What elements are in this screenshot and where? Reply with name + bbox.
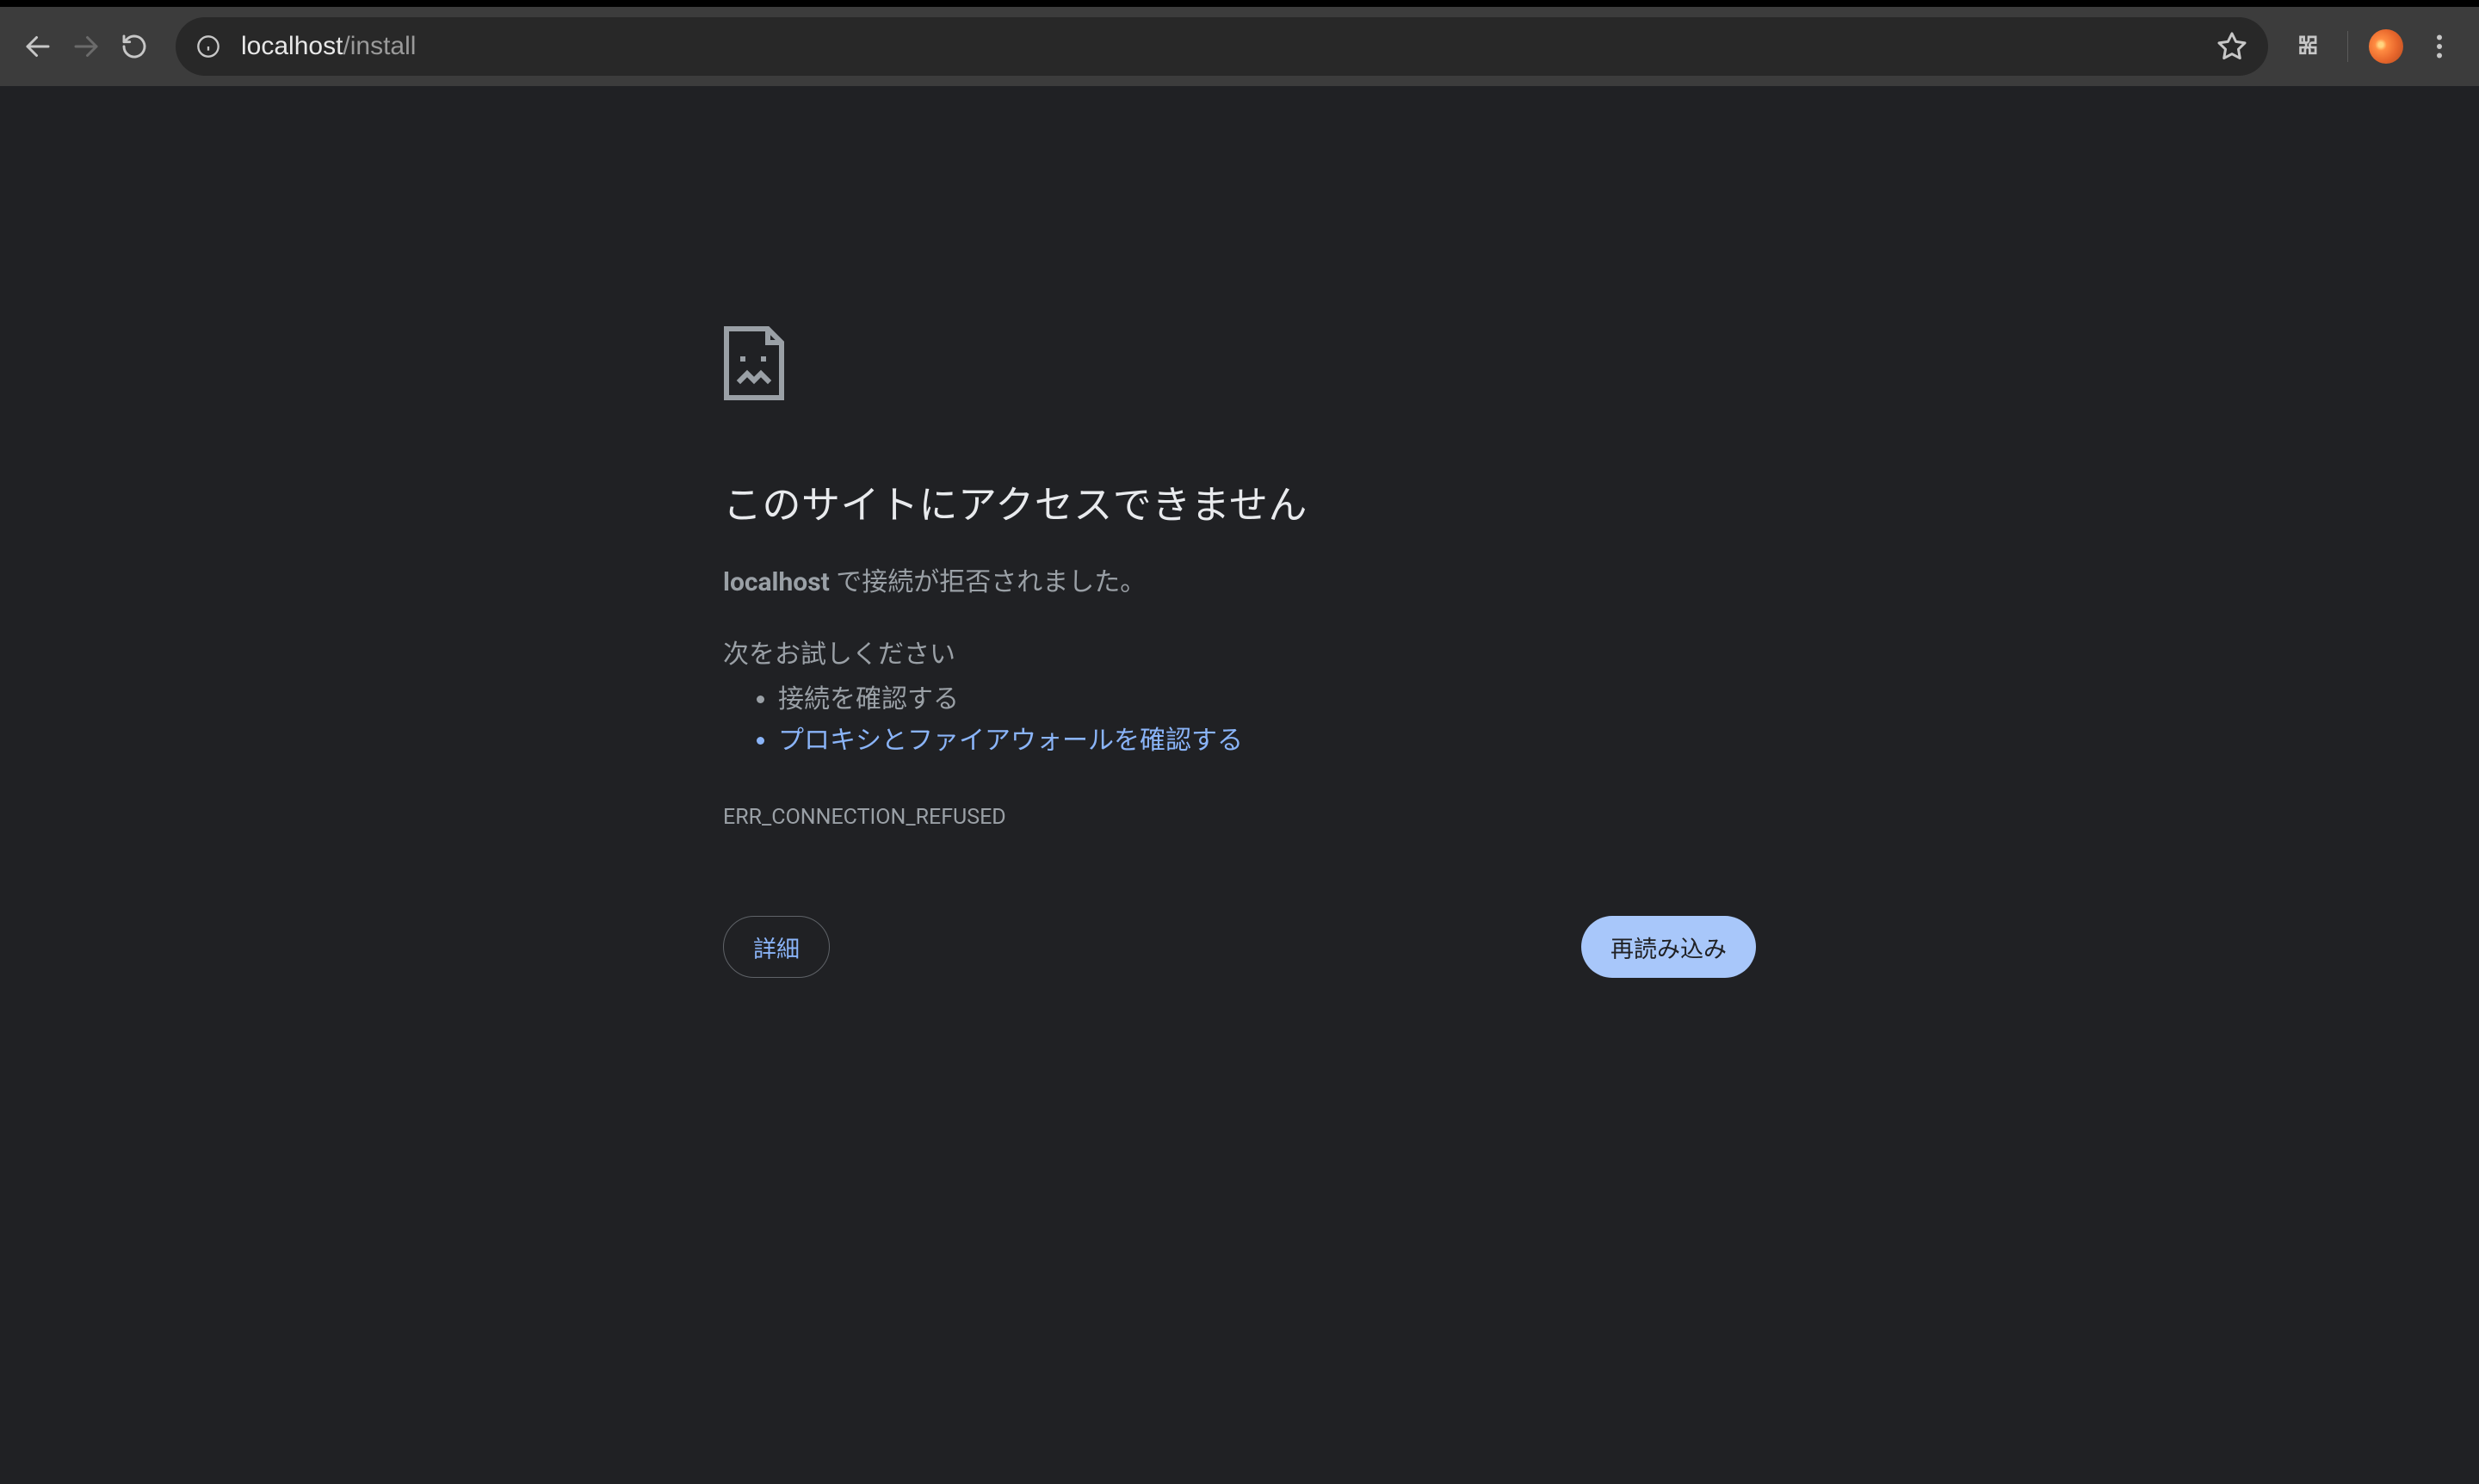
- try-label: 次をお試しください: [723, 633, 1756, 671]
- error-description: localhost で接続が拒否されました。: [723, 560, 1756, 598]
- bookmark-star-icon[interactable]: [2216, 31, 2247, 62]
- url-text: localhost/install: [241, 32, 2206, 61]
- error-code: ERR_CONNECTION_REFUSED: [723, 805, 1756, 830]
- suggestion-check-proxy-firewall[interactable]: プロキシとファイアウォールを確認する: [778, 720, 1756, 762]
- page-content: このサイトにアクセスできません localhost で接続が拒否されました。 次…: [0, 86, 2479, 1484]
- button-row: 詳細 再読み込み: [723, 916, 1756, 978]
- arrow-left-icon: [22, 31, 53, 62]
- error-desc-rest: で接続が拒否されました。: [830, 567, 1146, 597]
- sad-page-icon: [723, 325, 785, 401]
- puzzle-icon: [2296, 31, 2327, 62]
- url-path: /install: [343, 32, 416, 60]
- error-host: localhost: [723, 567, 830, 597]
- forward-button[interactable]: [69, 29, 103, 64]
- arrow-right-icon: [71, 31, 102, 62]
- details-button[interactable]: 詳細: [723, 916, 830, 978]
- profile-avatar[interactable]: [2369, 29, 2403, 64]
- reload-page-button[interactable]: 再読み込み: [1581, 916, 1756, 978]
- error-container: このサイトにアクセスできません localhost で接続が拒否されました。 次…: [723, 325, 1756, 978]
- tab-strip: [0, 0, 2479, 7]
- error-title: このサイトにアクセスできません: [723, 473, 1756, 529]
- more-vertical-icon: [2424, 31, 2455, 62]
- url-host: localhost: [241, 32, 343, 60]
- nav-button-group: [14, 29, 158, 64]
- more-menu-button[interactable]: [2424, 31, 2455, 62]
- toolbar-divider: [2347, 31, 2348, 62]
- suggestion-check-connection: 接続を確認する: [778, 679, 1756, 720]
- browser-toolbar: localhost/install: [0, 7, 2479, 86]
- back-button[interactable]: [21, 29, 55, 64]
- extensions-button[interactable]: [2296, 31, 2327, 62]
- reload-icon: [121, 33, 148, 60]
- reload-button[interactable]: [117, 29, 151, 64]
- suggestion-list: 接続を確認する プロキシとファイアウォールを確認する: [723, 679, 1756, 762]
- info-icon: [196, 34, 220, 59]
- address-bar[interactable]: localhost/install: [176, 17, 2268, 76]
- toolbar-right-group: [2285, 29, 2465, 64]
